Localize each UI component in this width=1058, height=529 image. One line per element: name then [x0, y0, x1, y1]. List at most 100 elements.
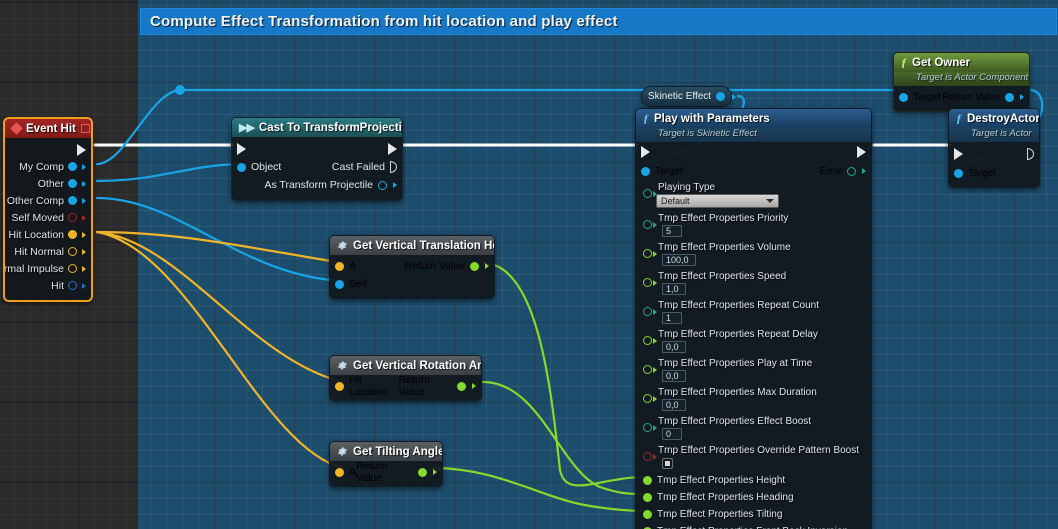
prop-priority[interactable]: Tmp Effect Properties Priority 5 — [636, 211, 871, 240]
pin-row-a[interactable]: A Return Value — [330, 257, 494, 275]
float-pin-icon[interactable] — [643, 365, 652, 374]
pin-row-self[interactable]: Self — [330, 275, 494, 293]
pin-hit-normal[interactable]: Hit Normal — [5, 243, 91, 260]
enum-pin[interactable] — [643, 189, 657, 198]
object-pin-icon[interactable] — [641, 166, 650, 176]
speed-input[interactable]: 1,0 — [662, 283, 686, 295]
int-pin-icon[interactable] — [847, 166, 856, 176]
object-pin-icon[interactable] — [716, 92, 726, 101]
play-target-row[interactable]: Target Error — [636, 162, 871, 180]
exec-in-pin-icon[interactable] — [954, 148, 963, 160]
priority-input[interactable]: 5 — [662, 225, 682, 237]
int-pin-icon[interactable] — [643, 423, 652, 432]
pin-self-moved[interactable]: Self Moved — [5, 209, 91, 226]
float-pin[interactable] — [643, 394, 657, 403]
pin-hit-location[interactable]: Hit Location — [5, 226, 91, 243]
prop-volume[interactable]: Tmp Effect Properties Volume 100,0 — [636, 240, 871, 269]
prop-tilting[interactable]: Tmp Effect Properties Tilting — [636, 506, 871, 523]
prop-front-back-inversion[interactable]: Tmp Effect Properties Front Back Inversi… — [636, 523, 871, 529]
prop-effect-boost[interactable]: Tmp Effect Properties Effect Boost 0 — [636, 414, 871, 443]
pin-row-hit-location[interactable]: Hit Location Return Value — [330, 374, 481, 398]
blueprint-graph-canvas[interactable]: Compute Effect Transformation from hit l… — [0, 0, 1058, 529]
vector-pin-icon[interactable] — [335, 261, 344, 271]
enum-pin-icon[interactable] — [643, 189, 652, 198]
float-pin-icon[interactable] — [643, 394, 652, 403]
repeat-count-input[interactable]: 1 — [662, 312, 682, 324]
object-pin-icon[interactable] — [237, 162, 246, 172]
prop-play-at-time[interactable]: Tmp Effect Properties Play at Time 0,0 — [636, 356, 871, 385]
float-pin[interactable] — [643, 249, 657, 258]
float-pin-icon[interactable] — [643, 493, 652, 502]
float-pin-icon[interactable] — [457, 381, 466, 391]
destroy-target-row[interactable]: Target — [949, 164, 1039, 182]
node-get-vertical-rotation-angle[interactable]: Get Vertical Rotation Angle Hit Location… — [329, 355, 482, 401]
float-pin-icon[interactable] — [418, 467, 427, 477]
float-pin[interactable] — [643, 336, 657, 345]
pin-my-comp[interactable]: My Comp — [5, 158, 91, 175]
prop-height[interactable]: Tmp Effect Properties Height — [636, 472, 871, 489]
int-pin[interactable] — [643, 423, 657, 432]
exec-out-pin-icon[interactable] — [388, 143, 397, 155]
object-pin-icon[interactable] — [954, 168, 963, 178]
get-owner-pin-row[interactable]: Target Return Value — [894, 88, 1029, 106]
float-pin[interactable] — [643, 278, 657, 287]
exec-out-pin-icon[interactable] — [857, 146, 866, 158]
int-pin[interactable] — [643, 220, 657, 229]
node-get-owner[interactable]: ƒ Get Owner Target is Actor Component Ta… — [893, 52, 1030, 112]
destroy-exec-row[interactable] — [949, 144, 1039, 164]
prop-speed[interactable]: Tmp Effect Properties Speed 1,0 — [636, 269, 871, 298]
int-pin[interactable] — [643, 307, 657, 316]
volume-input[interactable]: 100,0 — [662, 254, 696, 266]
int-pin-icon[interactable] — [643, 307, 652, 316]
node-get-vertical-translation-height[interactable]: Get Vertical Translation Height A Return… — [329, 235, 495, 299]
cast-as-transform-row[interactable]: As Transform Projectile — [232, 176, 402, 194]
effect-boost-input[interactable]: 0 — [662, 428, 682, 440]
prop-repeat-count[interactable]: Tmp Effect Properties Repeat Count 1 — [636, 298, 871, 327]
object-pin-icon[interactable] — [335, 279, 344, 289]
prop-playing-type[interactable]: Playing Type Default — [636, 180, 871, 211]
pin-normal-impulse[interactable]: Normal Impulse — [5, 260, 91, 277]
float-pin-icon[interactable] — [470, 261, 479, 271]
exec-out-pin-icon[interactable] — [1027, 148, 1034, 160]
cast-object-row[interactable]: Object Cast Failed — [232, 158, 402, 176]
exec-pin-icon[interactable] — [390, 161, 397, 173]
node-event-hit[interactable]: Event Hit My Comp Other Other Comp Self … — [3, 117, 93, 302]
int-pin-icon[interactable] — [643, 220, 652, 229]
pin-hit[interactable]: Hit — [5, 277, 91, 294]
vector-pin-icon[interactable] — [335, 467, 344, 477]
float-pin-icon[interactable] — [643, 476, 652, 485]
play-exec-row[interactable] — [636, 142, 871, 162]
repeat-delay-input[interactable]: 0,0 — [662, 341, 686, 353]
prop-max-duration[interactable]: Tmp Effect Properties Max Duration 0,0 — [636, 385, 871, 414]
cast-exec-row[interactable] — [232, 140, 402, 158]
float-pin-icon[interactable] — [643, 336, 652, 345]
node-play-with-parameters[interactable]: ƒ Play with Parameters Target is Skineti… — [635, 108, 872, 529]
pin-other-comp[interactable]: Other Comp — [5, 192, 91, 209]
object-pin-icon[interactable] — [899, 92, 908, 102]
object-pin-icon[interactable] — [1005, 92, 1014, 102]
prop-override-pattern-boost[interactable]: Tmp Effect Properties Override Pattern B… — [636, 443, 871, 472]
node-cast-to-transform-projectile[interactable]: ▶▶ Cast To TransformProjectile Object Ca… — [231, 117, 403, 201]
pin-other[interactable]: Other — [5, 175, 91, 192]
node-variable-skinetic-effect[interactable]: Skinetic Effect — [641, 86, 736, 107]
pin-exec-out[interactable] — [5, 141, 91, 158]
vector-pin-icon[interactable] — [335, 381, 344, 391]
node-destroy-actor[interactable]: ƒ DestroyActor Target is Actor Target — [948, 108, 1040, 188]
bool-pin-icon[interactable] — [643, 452, 652, 461]
bool-pin[interactable] — [643, 452, 657, 461]
node-get-tilting-angle[interactable]: Get Tilting Angle A Return Value — [329, 441, 443, 487]
comment-box-title[interactable]: Compute Effect Transformation from hit l… — [140, 8, 1057, 35]
float-pin-icon[interactable] — [643, 249, 652, 258]
object-pin-icon[interactable] — [378, 180, 387, 190]
prop-heading[interactable]: Tmp Effect Properties Heading — [636, 489, 871, 506]
float-pin[interactable] — [643, 365, 657, 374]
float-pin-icon[interactable] — [643, 278, 652, 287]
float-pin-icon[interactable] — [643, 510, 652, 519]
play-at-time-input[interactable]: 0,0 — [662, 370, 686, 382]
prop-repeat-delay[interactable]: Tmp Effect Properties Repeat Delay 0,0 — [636, 327, 871, 356]
max-duration-input[interactable]: 0,0 — [662, 399, 686, 411]
exec-in-pin-icon[interactable] — [641, 146, 650, 158]
playing-type-select[interactable]: Default — [656, 194, 779, 208]
override-pattern-boost-checkbox[interactable] — [662, 458, 673, 469]
exec-in-pin-icon[interactable] — [237, 143, 246, 155]
